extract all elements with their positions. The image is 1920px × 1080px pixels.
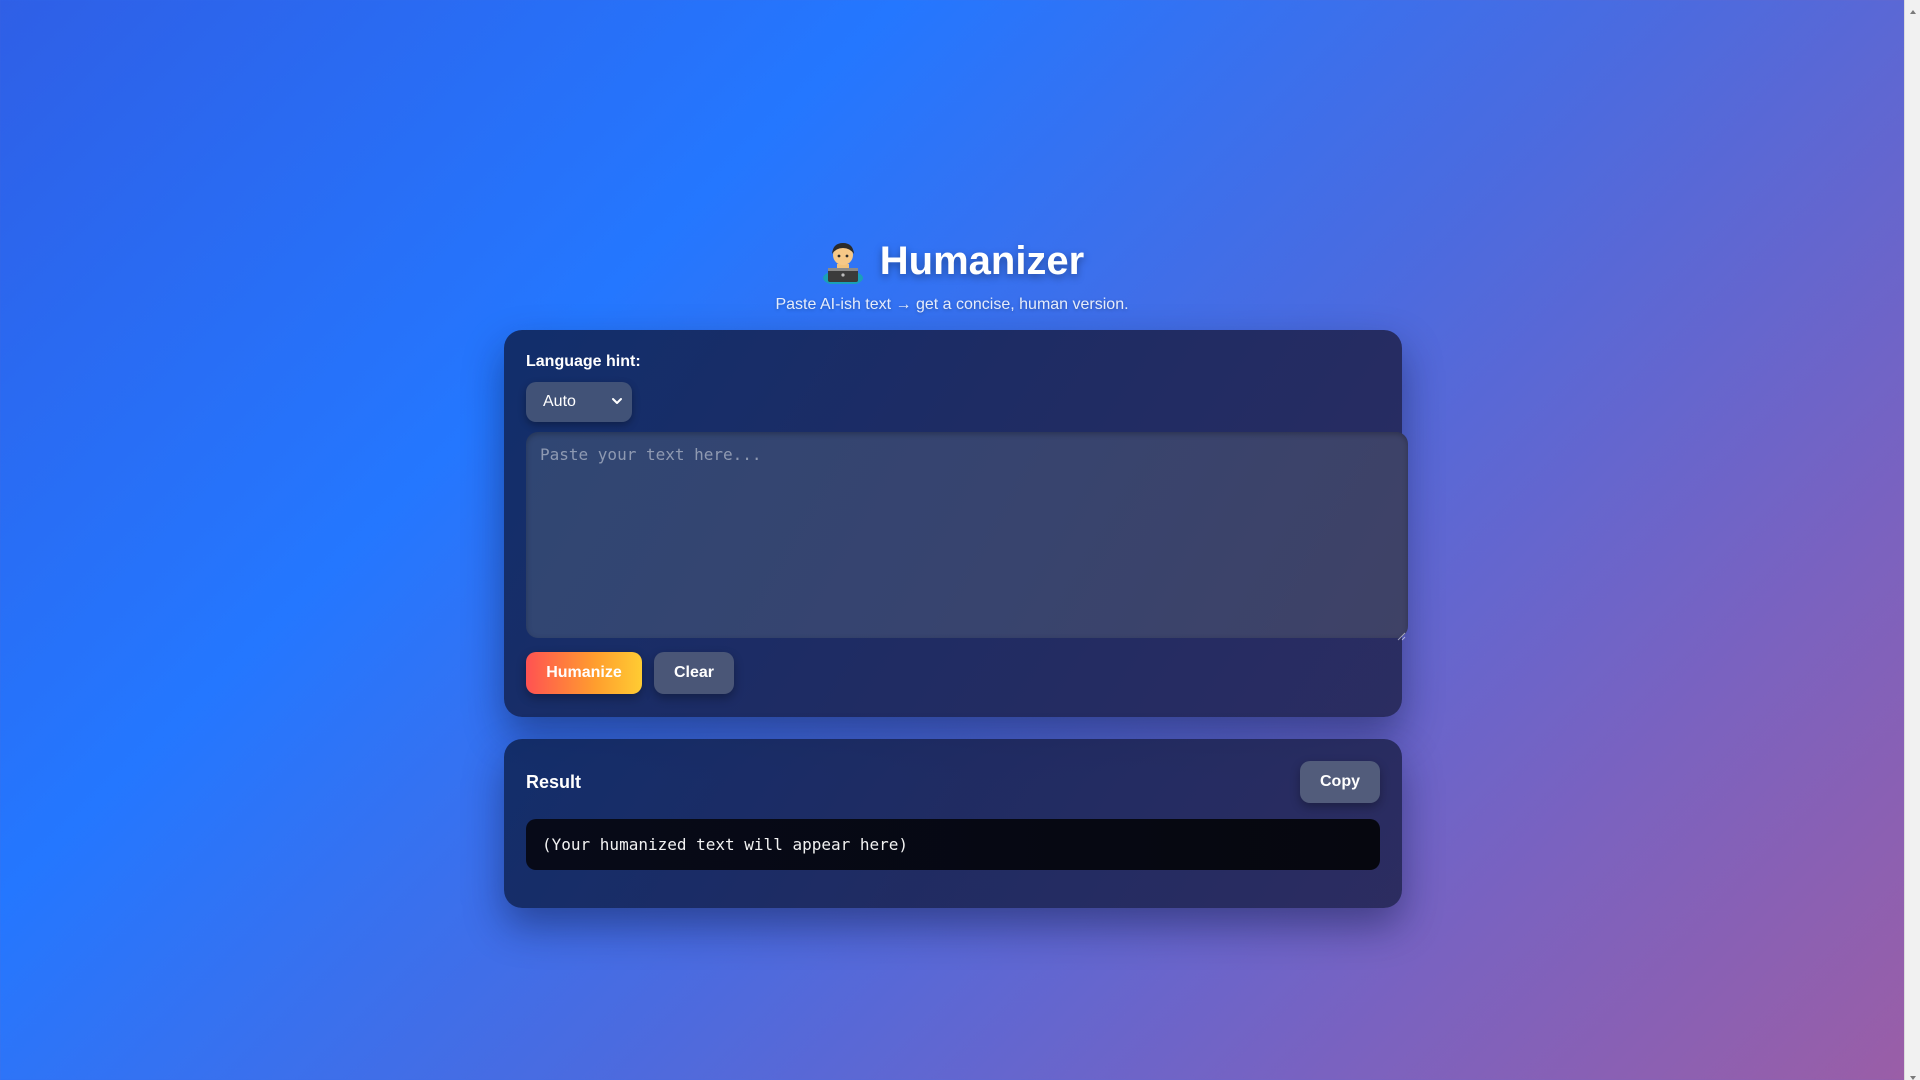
text-input[interactable]: Paste your text here... [526,432,1408,641]
header: Humanizer Paste AI-ish text → get a conc… [0,232,1904,316]
text-input-placeholder: Paste your text here... [540,445,762,464]
result-card: Result Copy (Your humanized text will ap… [504,739,1402,908]
result-title: Result [526,771,582,792]
humanize-button[interactable]: Humanize [526,652,642,694]
page: Humanizer Paste AI-ish text → get a conc… [0,0,1904,1080]
language-hint-label: Language hint: [526,353,641,370]
page-subtitle: Paste AI-ish text → get a concise, human… [775,296,1129,313]
result-output: (Your humanized text will appear here) [526,819,1380,870]
scroll-down-arrow-icon[interactable] [1909,1069,1917,1080]
app-title-text: Humanizer [879,239,1085,283]
language-select[interactable]: Auto [526,382,632,422]
chevron-down-icon [610,394,624,408]
resize-handle-icon[interactable] [1396,626,1406,641]
clear-button[interactable]: Clear [654,652,734,694]
scroll-up-arrow-icon[interactable] [1909,3,1917,14]
result-header: Result Copy [526,761,1380,803]
action-buttons: Humanize Clear [526,652,1380,694]
vertical-scrollbar[interactable] [1904,0,1920,1080]
language-select-value: Auto [543,393,576,410]
page-title: Humanizer [820,232,1085,290]
copy-button[interactable]: Copy [1300,761,1380,803]
technologist-icon [820,238,866,286]
input-card: Language hint: Auto Paste your text here… [504,330,1408,717]
